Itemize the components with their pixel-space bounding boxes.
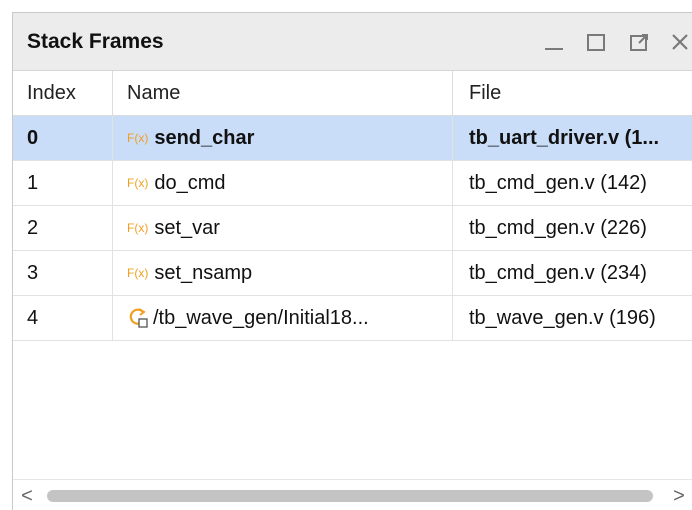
row-file: tb_cmd_gen.v (234) xyxy=(469,262,647,284)
row-name: do_cmd xyxy=(154,172,226,194)
row-file: tb_cmd_gen.v (226) xyxy=(469,217,647,239)
scroll-left-arrow[interactable]: < xyxy=(17,484,37,508)
row-name-cell: /tb_wave_gen/Initial18... xyxy=(113,296,453,340)
table-row[interactable]: 3 F(x) set_nsamp tb_cmd_gen.v (234) xyxy=(13,251,692,296)
row-index: 2 xyxy=(13,206,113,250)
row-file: tb_uart_driver.v (1... xyxy=(469,127,660,149)
row-name: /tb_wave_gen/Initial18... xyxy=(153,307,369,329)
table-row[interactable]: 4 /tb_wave_gen/Initial18... tb_wave_gen.… xyxy=(13,296,692,341)
table-row[interactable]: 2 F(x) set_var tb_cmd_gen.v (226) xyxy=(13,206,692,251)
row-name-cell: F(x) send_char xyxy=(113,116,453,160)
function-icon: F(x) xyxy=(127,266,149,280)
stack-frames-table-body: 0 F(x) send_char tb_uart_driver.v (1... 1… xyxy=(13,116,692,341)
table-row[interactable]: 1 F(x) do_cmd tb_cmd_gen.v (142) xyxy=(13,161,692,206)
row-index: 1 xyxy=(13,161,113,205)
maximize-icon[interactable] xyxy=(581,27,611,57)
stack-frames-panel: Stack Frames Index Name File 0 F(x) send_… xyxy=(12,12,692,510)
row-name: set_var xyxy=(154,217,220,239)
row-file: tb_cmd_gen.v (142) xyxy=(469,172,647,194)
row-name: set_nsamp xyxy=(154,262,253,284)
close-icon[interactable] xyxy=(665,27,692,57)
scroll-right-arrow[interactable]: > xyxy=(669,484,689,508)
row-index: 3 xyxy=(13,251,113,295)
panel-title-bar: Stack Frames xyxy=(13,13,692,71)
row-name-cell: F(x) set_var xyxy=(113,206,453,250)
initial-block-icon xyxy=(127,300,149,328)
panel-title: Stack Frames xyxy=(27,30,164,53)
float-icon[interactable] xyxy=(625,27,655,57)
table-header: Index Name File xyxy=(13,71,692,116)
row-name-cell: F(x) set_nsamp xyxy=(113,251,453,295)
function-icon: F(x) xyxy=(127,221,149,235)
row-index: 0 xyxy=(13,116,113,160)
column-header-file[interactable]: File xyxy=(453,71,692,115)
row-name: send_char xyxy=(154,127,255,149)
function-icon: F(x) xyxy=(127,131,149,145)
row-name-cell: F(x) do_cmd xyxy=(113,161,453,205)
horizontal-scrollbar[interactable]: < > xyxy=(13,479,692,510)
column-header-index[interactable]: Index xyxy=(13,71,113,115)
row-index: 4 xyxy=(13,296,113,340)
scrollbar-thumb[interactable] xyxy=(47,490,653,502)
row-file: tb_wave_gen.v (196) xyxy=(469,307,656,329)
function-icon: F(x) xyxy=(127,176,149,190)
table-row[interactable]: 0 F(x) send_char tb_uart_driver.v (1... xyxy=(13,116,692,161)
column-header-name[interactable]: Name xyxy=(113,71,453,115)
minimize-icon[interactable] xyxy=(539,27,569,57)
